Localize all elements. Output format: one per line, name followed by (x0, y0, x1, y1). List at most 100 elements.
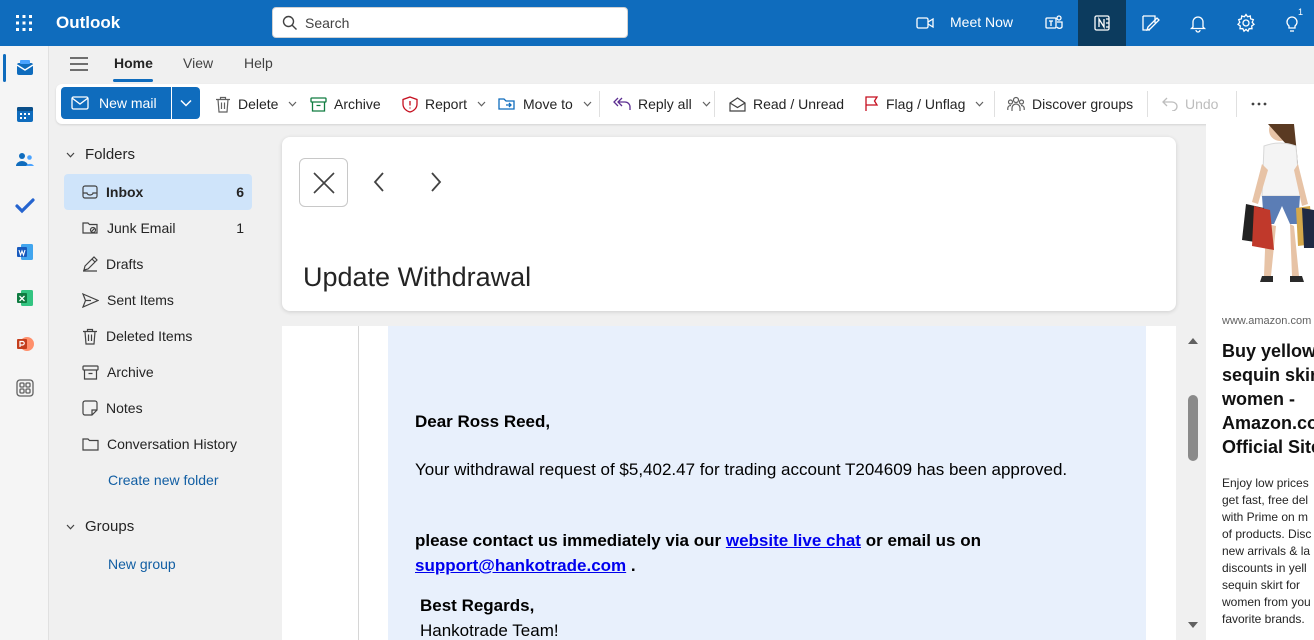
ad-headline-line: Official Site (1222, 437, 1314, 457)
notifications-icon[interactable] (1174, 0, 1222, 46)
teams-icon[interactable] (1030, 0, 1078, 46)
chevron-right-icon (430, 172, 442, 192)
folder-item-sent-items[interactable]: Sent Items (64, 282, 252, 318)
chevron-down-icon (975, 101, 984, 107)
meet-now-icon[interactable] (910, 0, 940, 46)
scroll-up-arrow[interactable] (1186, 336, 1200, 346)
message-signoff: Best Regards, (420, 596, 535, 615)
delete-button[interactable]: Delete (215, 84, 297, 124)
junk-folder-icon (82, 221, 99, 235)
new-group-link[interactable]: New group (108, 556, 176, 572)
onenote-icon[interactable] (1078, 0, 1126, 46)
undo-icon (1162, 97, 1178, 111)
discover-groups-label: Discover groups (1032, 96, 1134, 112)
scroll-down-arrow[interactable] (1186, 620, 1200, 630)
folders-header-label: Folders (85, 146, 136, 163)
drafts-icon (82, 256, 98, 272)
mail-app-icon[interactable] (0, 48, 49, 88)
folder-label: Notes (106, 400, 143, 416)
shield-warning-icon (402, 95, 418, 113)
word-app-icon[interactable] (0, 232, 49, 272)
toolbar-divider (1236, 91, 1237, 117)
create-new-folder-link[interactable]: Create new folder (108, 472, 219, 488)
ad-headline[interactable]: Buy yellow sequin skirt women - Amazon.c… (1222, 339, 1314, 459)
settings-icon[interactable] (1222, 0, 1270, 46)
hamburger-menu-icon[interactable] (69, 55, 89, 73)
read-unread-button[interactable]: Read / Unread (729, 84, 844, 124)
ad-headline-line: women - (1222, 389, 1296, 409)
folder-item-drafts[interactable]: Drafts (64, 246, 252, 282)
message-email-line: support@hankotrade.com . (415, 556, 636, 576)
calendar-app-icon[interactable] (0, 94, 49, 134)
search-box[interactable] (272, 7, 628, 38)
ad-description-line: Enjoy low prices (1222, 476, 1309, 490)
live-chat-link[interactable]: website live chat (726, 531, 861, 550)
folders-header[interactable]: Folders (66, 146, 135, 163)
ad-image[interactable] (1206, 124, 1314, 290)
compose-mail-icon (71, 96, 89, 110)
delete-label: Delete (238, 96, 279, 112)
new-mail-button[interactable]: New mail (61, 87, 171, 119)
tab-selected-underline (113, 79, 153, 82)
app-launcher-icon[interactable] (12, 11, 36, 35)
message-signature: Hankotrade Team! (420, 621, 559, 640)
people-app-icon[interactable] (0, 140, 49, 180)
new-mail-dropdown-button[interactable] (172, 87, 200, 119)
folder-label: Junk Email (107, 220, 176, 236)
powerpoint-app-icon[interactable] (0, 324, 49, 364)
chevron-down-icon (66, 152, 75, 158)
more-options-icon[interactable] (1251, 84, 1267, 124)
read-unread-label: Read / Unread (753, 96, 845, 112)
report-button[interactable]: Report (402, 84, 486, 124)
archive-button[interactable]: Archive (310, 84, 381, 124)
ad-description-line: women from you (1222, 595, 1311, 609)
folder-item-inbox[interactable]: Inbox 6 (64, 174, 252, 210)
chevron-down-icon (288, 101, 297, 107)
chevron-down-icon (702, 101, 711, 107)
search-input[interactable] (305, 13, 605, 33)
flag-unflag-button[interactable]: Flag / Unflag (864, 84, 984, 124)
folder-item-deleted-items[interactable]: Deleted Items (64, 318, 252, 354)
undo-button[interactable]: Undo (1162, 84, 1218, 124)
next-message-button[interactable] (423, 166, 449, 198)
previous-message-button[interactable] (366, 166, 392, 198)
more-apps-icon[interactable] (0, 368, 49, 408)
folder-label: Deleted Items (106, 328, 193, 344)
support-email-link[interactable]: support@hankotrade.com (415, 556, 626, 575)
report-label: Report (425, 96, 468, 112)
reply-all-button[interactable]: Reply all (613, 84, 711, 124)
ad-description-line: discounts in yell (1222, 561, 1307, 575)
toolbar-divider (1147, 91, 1148, 117)
archive-icon (82, 364, 99, 380)
folder-label: Inbox (106, 184, 144, 200)
move-to-button[interactable]: Move to (498, 84, 592, 124)
folder-item-notes[interactable]: Notes (64, 390, 252, 426)
tab-view[interactable]: View (183, 55, 213, 71)
scrollbar-thumb[interactable] (1188, 395, 1198, 461)
ad-description-line: favorite brands. (1222, 612, 1305, 626)
tips-icon[interactable]: 1 (1270, 0, 1314, 46)
toolbar-divider (994, 91, 995, 117)
discover-groups-button[interactable]: Discover groups (1007, 84, 1133, 124)
groups-header[interactable]: Groups (66, 518, 134, 535)
my-day-icon[interactable] (1126, 0, 1174, 46)
folder-icon (82, 437, 99, 451)
folder-move-icon (498, 96, 516, 112)
folder-item-junk-email[interactable]: Junk Email 1 (64, 210, 252, 246)
tab-help[interactable]: Help (244, 55, 273, 71)
unread-count-badge: 6 (236, 184, 244, 200)
todo-app-icon[interactable] (0, 186, 49, 226)
chevron-down-icon (180, 99, 192, 107)
folder-item-archive[interactable]: Archive (64, 354, 252, 390)
meet-now-button[interactable]: Meet Now (950, 14, 1013, 30)
app-title[interactable]: Outlook (56, 13, 120, 33)
ad-source-url[interactable]: www.amazon.com (1222, 315, 1311, 327)
excel-app-icon[interactable] (0, 278, 49, 318)
message-greeting: Dear Ross Reed, (415, 412, 551, 431)
undo-label: Undo (1185, 96, 1219, 112)
tab-home[interactable]: Home (114, 55, 153, 71)
archive-label: Archive (334, 96, 381, 112)
folder-item-conversation-history[interactable]: Conversation History (64, 426, 252, 462)
archive-icon (310, 96, 327, 112)
close-message-button[interactable] (299, 158, 348, 207)
